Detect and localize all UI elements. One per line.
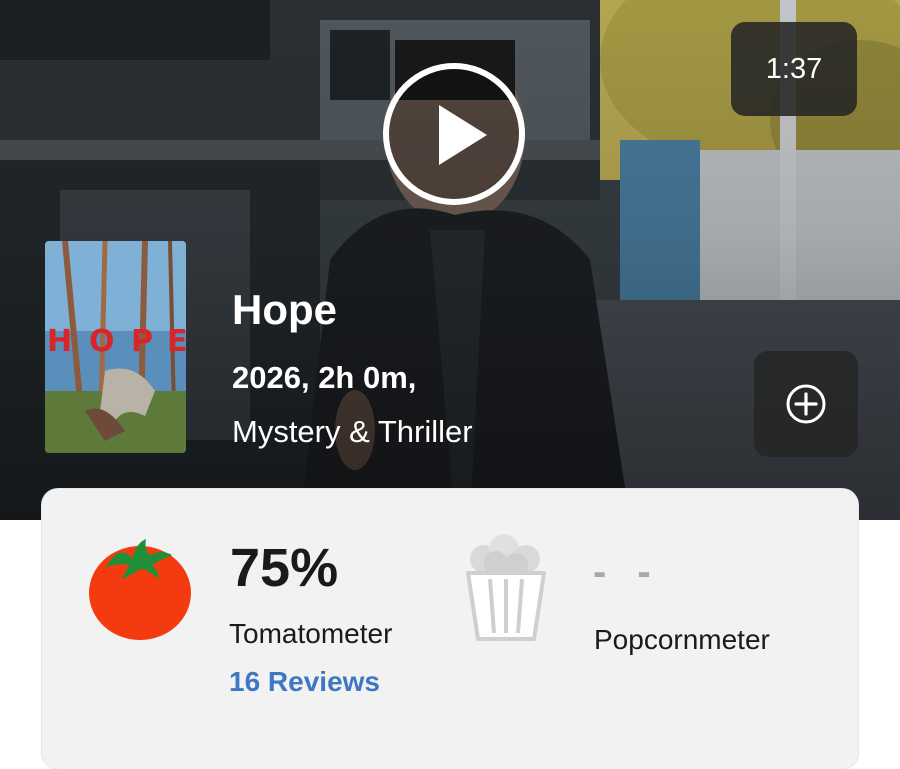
add-to-watchlist-button[interactable]	[754, 351, 858, 457]
popcornmeter-score: - -	[593, 550, 661, 594]
trailer-hero[interactable]: 1:37 H O P E Hope 2026, 2h 0m, Mystery &…	[0, 0, 900, 520]
duration-text: 1:37	[765, 52, 823, 85]
tomato-icon	[89, 539, 191, 640]
play-icon	[439, 105, 487, 165]
scores-card: 75% Tomatometer 16 Reviews - - Popcornme…	[42, 489, 858, 769]
duration-badge: 1:37	[731, 22, 857, 116]
svg-text:O: O	[89, 324, 115, 359]
movie-title: Hope	[232, 286, 337, 333]
popcorn-icon	[466, 534, 546, 641]
play-button[interactable]	[383, 63, 525, 205]
popcornmeter-label: Popcornmeter	[594, 624, 770, 655]
svg-text:E: E	[167, 324, 186, 359]
plus-circle-icon	[786, 384, 826, 424]
movie-poster[interactable]: H O P E	[45, 241, 186, 453]
tomatometer-score: 75%	[230, 538, 339, 598]
svg-text:P: P	[131, 324, 153, 359]
movie-genre: Mystery & Thriller	[232, 414, 473, 449]
svg-text:H: H	[47, 324, 72, 359]
poster-art: H O P E	[45, 241, 186, 453]
movie-meta: 2026, 2h 0m,	[232, 360, 417, 395]
reviews-link[interactable]: 16 Reviews	[229, 665, 380, 699]
tomatometer-label: Tomatometer	[229, 618, 393, 649]
